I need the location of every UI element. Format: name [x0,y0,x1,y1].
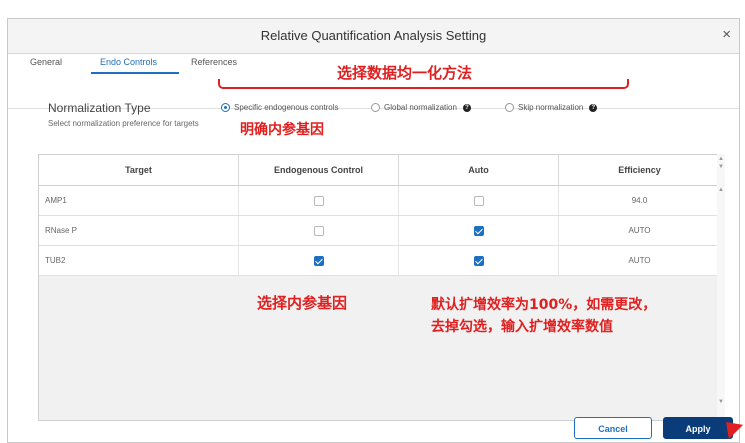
target-cell: RNase P [39,216,239,245]
table-row: RNase P AUTO [39,216,720,246]
normalization-heading: Normalization Type [48,101,151,115]
tab-endo-controls[interactable]: Endo Controls [100,57,157,67]
table-row: AMP1 94.0 [39,186,720,216]
auto-checkbox[interactable] [473,225,484,236]
endogenous-control-cell [239,216,399,245]
active-tab-indicator [91,72,179,74]
normalization-subtitle: Select normalization preference for targ… [48,119,199,128]
dialog-title: Relative Quantification Analysis Setting [260,28,487,43]
scroll-up-icon[interactable]: ▲ [718,156,724,162]
tab-references[interactable]: References [191,57,237,67]
auto-checkbox[interactable] [473,255,484,266]
radio-unselected-icon[interactable] [371,103,380,112]
auto-cell [399,246,559,275]
efficiency-cell[interactable]: 94.0 [559,186,720,215]
radio-label: Specific endogenous controls [234,103,339,112]
endogenous-control-checkbox[interactable] [313,255,324,266]
endogenous-control-checkbox[interactable] [313,195,324,206]
scroll-up-icon[interactable]: ▲ [718,187,724,193]
scroll-down-icon[interactable]: ▼ [718,164,724,170]
annotation-efficiency-note: 默认扩增效率为100%，如需更改， 去掉勾选，输入扩增效率数值 [431,294,656,338]
targets-table: Target Endogenous Control Auto Efficienc… [38,154,721,421]
cancel-button[interactable]: Cancel [574,417,652,439]
table-scrollbar[interactable]: ▲ ▼ ▲ ▼ [717,154,725,419]
annotation-select-reference: 选择内参基因 [257,294,348,312]
efficiency-cell[interactable]: AUTO [559,246,720,275]
annotation-efficiency-line1: 默认扩增效率为100%，如需更改， [431,297,657,313]
close-icon[interactable]: × [722,26,731,43]
dialog-titlebar: Relative Quantification Analysis Setting… [8,19,739,54]
target-cell: TUB2 [39,246,239,275]
target-cell: AMP1 [39,186,239,215]
radio-unselected-icon[interactable] [505,103,514,112]
scroll-down-icon[interactable]: ▼ [718,399,724,405]
auto-cell [399,186,559,215]
auto-cell [399,216,559,245]
radio-skip-normalization[interactable]: Skip normalization ? [505,103,598,112]
endogenous-control-checkbox[interactable] [313,225,324,236]
radio-label: Global normalization [384,103,457,112]
analysis-settings-dialog: Relative Quantification Analysis Setting… [7,18,740,443]
info-icon[interactable]: ? [589,103,598,112]
annotation-efficiency-line2: 去掉勾选，输入扩增效率数值 [431,319,613,335]
table-header: Target Endogenous Control Auto Efficienc… [39,155,720,186]
auto-checkbox[interactable] [473,195,484,206]
radio-specific-endogenous[interactable]: Specific endogenous controls [221,103,339,112]
radio-label: Skip normalization [518,103,584,112]
annotation-bracket [218,79,629,89]
column-header-efficiency: Efficiency [618,165,661,175]
endogenous-control-cell [239,186,399,215]
table-row: TUB2 AUTO [39,246,720,276]
radio-global-normalization[interactable]: Global normalization ? [371,103,471,112]
column-header-auto: Auto [399,155,559,185]
efficiency-cell[interactable]: AUTO [559,216,720,245]
info-icon[interactable]: ? [462,103,471,112]
column-header-endogenous-control: Endogenous Control [239,155,399,185]
endogenous-control-cell [239,246,399,275]
radio-selected-icon[interactable] [221,103,230,112]
annotation-specify-reference: 明确内参基因 [240,122,324,138]
tab-general[interactable]: General [30,57,62,67]
column-header-target: Target [39,155,239,185]
